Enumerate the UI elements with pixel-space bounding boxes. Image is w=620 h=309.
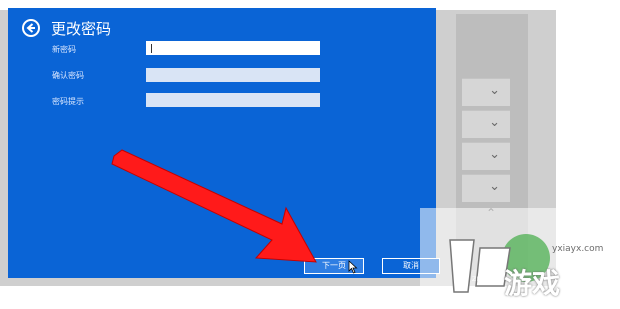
mouse-cursor-icon [348,260,358,274]
watermark-big-text: 游戏 [504,267,561,300]
watermark-domain: yxiayx.com [552,244,604,254]
